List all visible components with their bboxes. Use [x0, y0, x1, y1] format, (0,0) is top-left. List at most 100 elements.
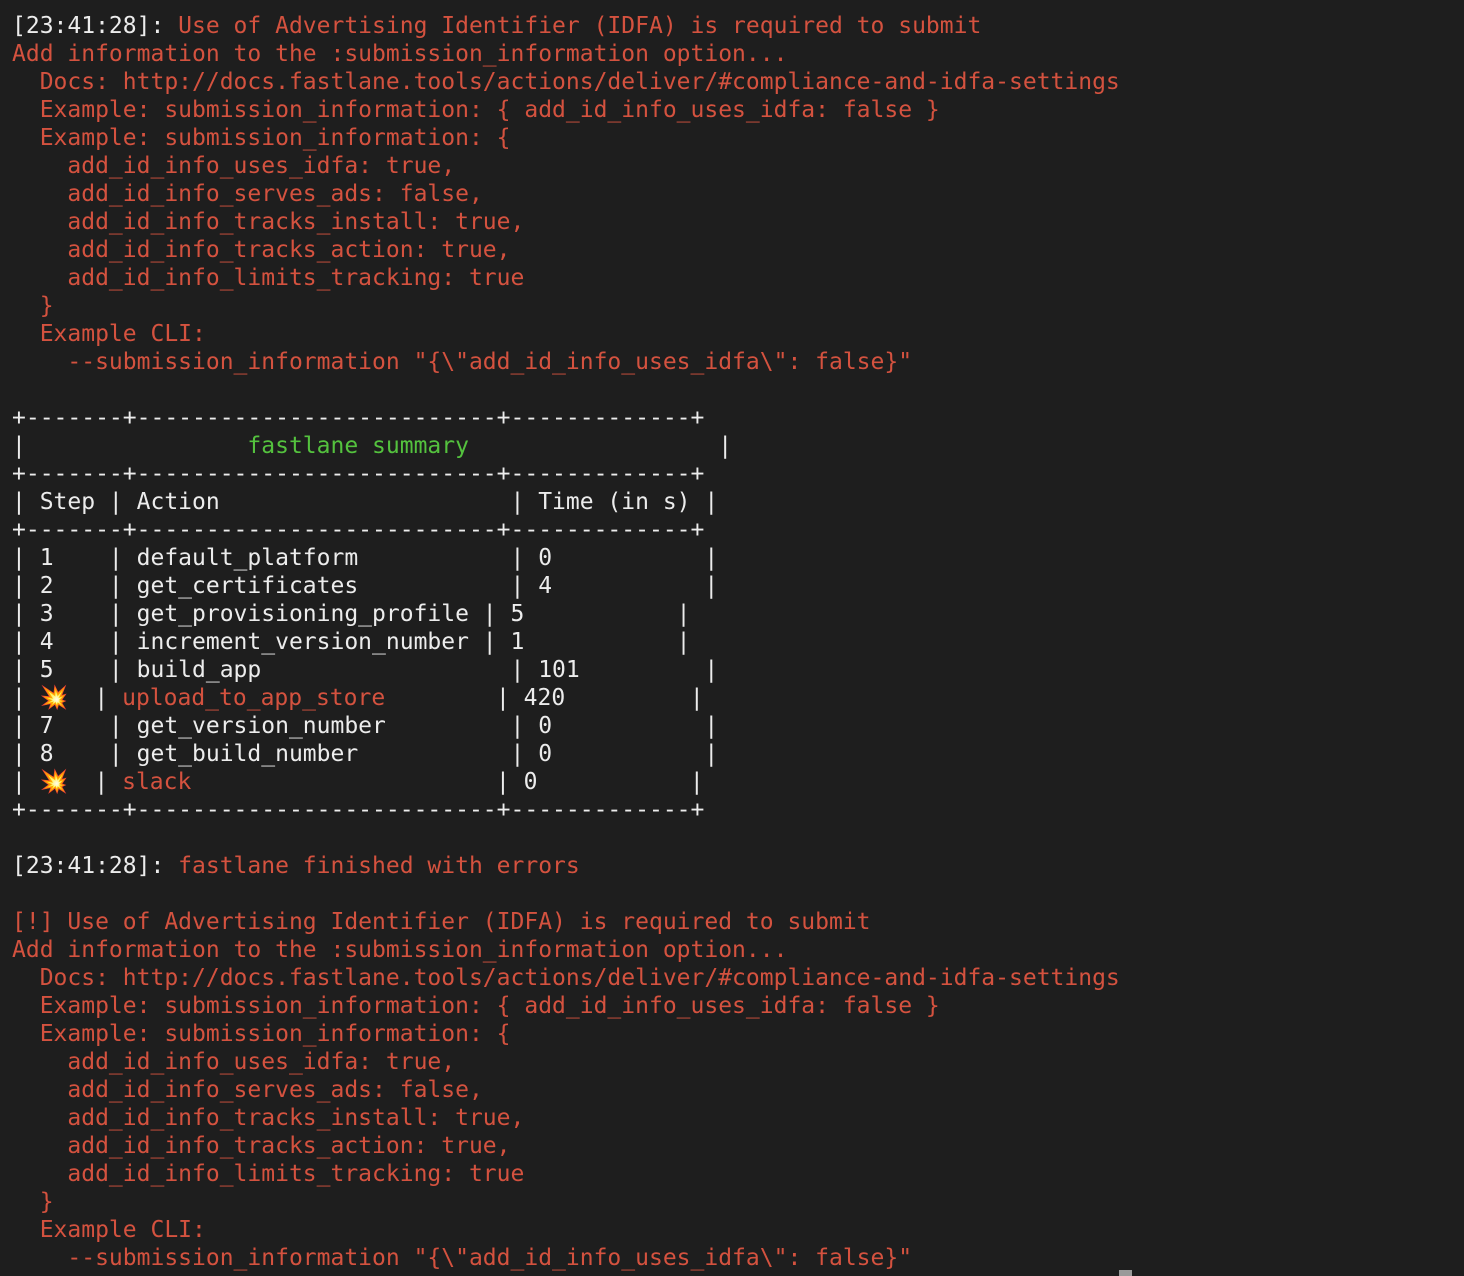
terminal-line: Example: submission_information: { add_i…: [12, 992, 1120, 1020]
error-text: fastlane finished with errors: [178, 853, 580, 879]
terminal-line: +-------+--------------------------+----…: [12, 404, 1120, 432]
terminal-line: add_id_info_tracks_action: true,: [12, 236, 1120, 264]
output-text: +-------+--------------------------+----…: [12, 405, 705, 431]
terminal-line: Docs: http://docs.fastlane.tools/actions…: [12, 964, 1120, 992]
terminal-line: | Step | Action | Time (in s) |: [12, 488, 1120, 516]
terminal-line: +-------+--------------------------+----…: [12, 796, 1120, 824]
terminal-line: Add information to the :submission_infor…: [12, 40, 1120, 68]
output-text: |: [12, 769, 40, 795]
error-text: Example: submission_information: {: [12, 1021, 511, 1047]
terminal-line: add_id_info_serves_ads: false,: [12, 1076, 1120, 1104]
error-text: Example CLI:: [12, 1217, 206, 1243]
output-text: | 420 |: [385, 685, 704, 711]
error-text: Example: submission_information: { add_i…: [12, 97, 940, 123]
output-text: | 2 | get_certificates | 4 |: [12, 573, 719, 599]
terminal-line: add_id_info_limits_tracking: true: [12, 264, 1120, 292]
error-text: add_id_info_uses_idfa: true,: [12, 1049, 456, 1075]
output-text: | 0 |: [191, 769, 704, 795]
output-text: +-------+--------------------------+----…: [12, 797, 705, 823]
output-text: | 1 | default_platform | 0 |: [12, 545, 719, 571]
collision-icon: 💥: [39, 769, 69, 795]
error-text: add_id_info_limits_tracking: true: [12, 265, 525, 291]
terminal-line: | 7 | get_version_number | 0 |: [12, 712, 1120, 740]
error-text: [!] Use of Advertising Identifier (IDFA)…: [12, 909, 871, 935]
error-text: }: [12, 1189, 54, 1215]
terminal-line: | 5 | build_app | 101 |: [12, 656, 1120, 684]
terminal-line: Example CLI:: [12, 1216, 1120, 1244]
terminal-line: | 2 | get_certificates | 4 |: [12, 572, 1120, 600]
terminal-line: +-------+--------------------------+----…: [12, 516, 1120, 544]
terminal-line: --submission_information "{\"add_id_info…: [12, 348, 1120, 376]
error-text: Example CLI:: [12, 321, 206, 347]
summary-title: fastlane summary: [247, 433, 469, 459]
error-text: Docs: http://docs.fastlane.tools/actions…: [12, 965, 1120, 991]
terminal-line: +-------+--------------------------+----…: [12, 460, 1120, 488]
output-text: +-------+--------------------------+----…: [12, 517, 705, 543]
terminal-window[interactable]: +-------+-------------------------+-----…: [0, 0, 1464, 1276]
error-text: --submission_information "{\"add_id_info…: [12, 1245, 913, 1271]
collision-icon: 💥: [39, 685, 69, 711]
terminal-line: add_id_info_uses_idfa: true,: [12, 152, 1120, 180]
error-text: add_id_info_serves_ads: false,: [12, 1077, 483, 1103]
terminal-cursor: [1119, 1270, 1132, 1276]
error-text: Example: submission_information: { add_i…: [12, 993, 940, 1019]
terminal-line: add_id_info_tracks_action: true,: [12, 1132, 1120, 1160]
terminal-line: Add information to the :submission_infor…: [12, 936, 1120, 964]
output-text: [23:41:28]:: [12, 13, 179, 39]
error-text: add_id_info_uses_idfa: true,: [12, 153, 456, 179]
terminal-line: --submission_information "{\"add_id_info…: [12, 1244, 1120, 1272]
error-text: add_id_info_tracks_install: true,: [12, 1105, 525, 1131]
output-text: |: [66, 769, 123, 795]
output-text: | 8 | get_build_number | 0 |: [12, 741, 719, 767]
error-text: add_id_info_serves_ads: false,: [12, 181, 483, 207]
error-text: Use of Advertising Identifier (IDFA) is …: [178, 13, 982, 39]
error-text: slack: [122, 769, 192, 795]
terminal-line: add_id_info_serves_ads: false,: [12, 180, 1120, 208]
terminal-line: Docs: http://docs.fastlane.tools/actions…: [12, 68, 1120, 96]
output-text: |: [12, 685, 40, 711]
terminal-line: | 1 | default_platform | 0 |: [12, 544, 1120, 572]
error-text: add_id_info_limits_tracking: true: [12, 1161, 525, 1187]
terminal-line: [23:41:28]: fastlane finished with error…: [12, 852, 1120, 880]
output-text: | 4 | increment_version_number | 1 |: [12, 629, 691, 655]
terminal-line: [23:41:28]: Use of Advertising Identifie…: [12, 12, 1120, 40]
terminal-line: add_id_info_uses_idfa: true,: [12, 1048, 1120, 1076]
output-text: |: [12, 433, 248, 459]
output-text: +-------+--------------------------+----…: [12, 461, 705, 487]
terminal-line: }: [12, 292, 1120, 320]
terminal-line: | 3 | get_provisioning_profile | 5 |: [12, 600, 1120, 628]
terminal-line: Example: submission_information: {: [12, 124, 1120, 152]
terminal-line: | 4 | increment_version_number | 1 |: [12, 628, 1120, 656]
error-text: Example: submission_information: {: [12, 125, 511, 151]
terminal-line: add_id_info_tracks_install: true,: [12, 208, 1120, 236]
error-text: upload_to_app_store: [122, 685, 386, 711]
terminal-output[interactable]: [23:41:28]: Use of Advertising Identifie…: [12, 12, 1120, 1272]
error-text: add_id_info_tracks_install: true,: [12, 209, 525, 235]
output-text: | 5 | build_app | 101 |: [12, 657, 719, 683]
output-text: |: [468, 433, 733, 459]
terminal-line: add_id_info_tracks_install: true,: [12, 1104, 1120, 1132]
error-text: --submission_information "{\"add_id_info…: [12, 349, 913, 375]
scrolled-table-border: +-------+-------------------------+-----…: [0, 0, 1464, 6]
terminal-line: | fastlane summary |: [12, 432, 1120, 460]
terminal-line: | 💥 | upload_to_app_store | 420 |: [12, 684, 1120, 712]
error-text: }: [12, 293, 54, 319]
terminal-line: [!] Use of Advertising Identifier (IDFA)…: [12, 908, 1120, 936]
error-text: Add information to the :submission_infor…: [12, 937, 788, 963]
output-text: [23:41:28]:: [12, 853, 179, 879]
output-text: | 7 | get_version_number | 0 |: [12, 713, 719, 739]
error-text: add_id_info_tracks_action: true,: [12, 1133, 511, 1159]
terminal-line: }: [12, 1188, 1120, 1216]
terminal-line: | 💥 | slack | 0 |: [12, 768, 1120, 796]
terminal-line: Example: submission_information: {: [12, 1020, 1120, 1048]
output-text: | Step | Action | Time (in s) |: [12, 489, 719, 515]
terminal-line: | 8 | get_build_number | 0 |: [12, 740, 1120, 768]
output-text: | 3 | get_provisioning_profile | 5 |: [12, 601, 691, 627]
terminal-line: Example CLI:: [12, 320, 1120, 348]
error-text: add_id_info_tracks_action: true,: [12, 237, 511, 263]
error-text: Docs: http://docs.fastlane.tools/actions…: [12, 69, 1120, 95]
terminal-line: add_id_info_limits_tracking: true: [12, 1160, 1120, 1188]
